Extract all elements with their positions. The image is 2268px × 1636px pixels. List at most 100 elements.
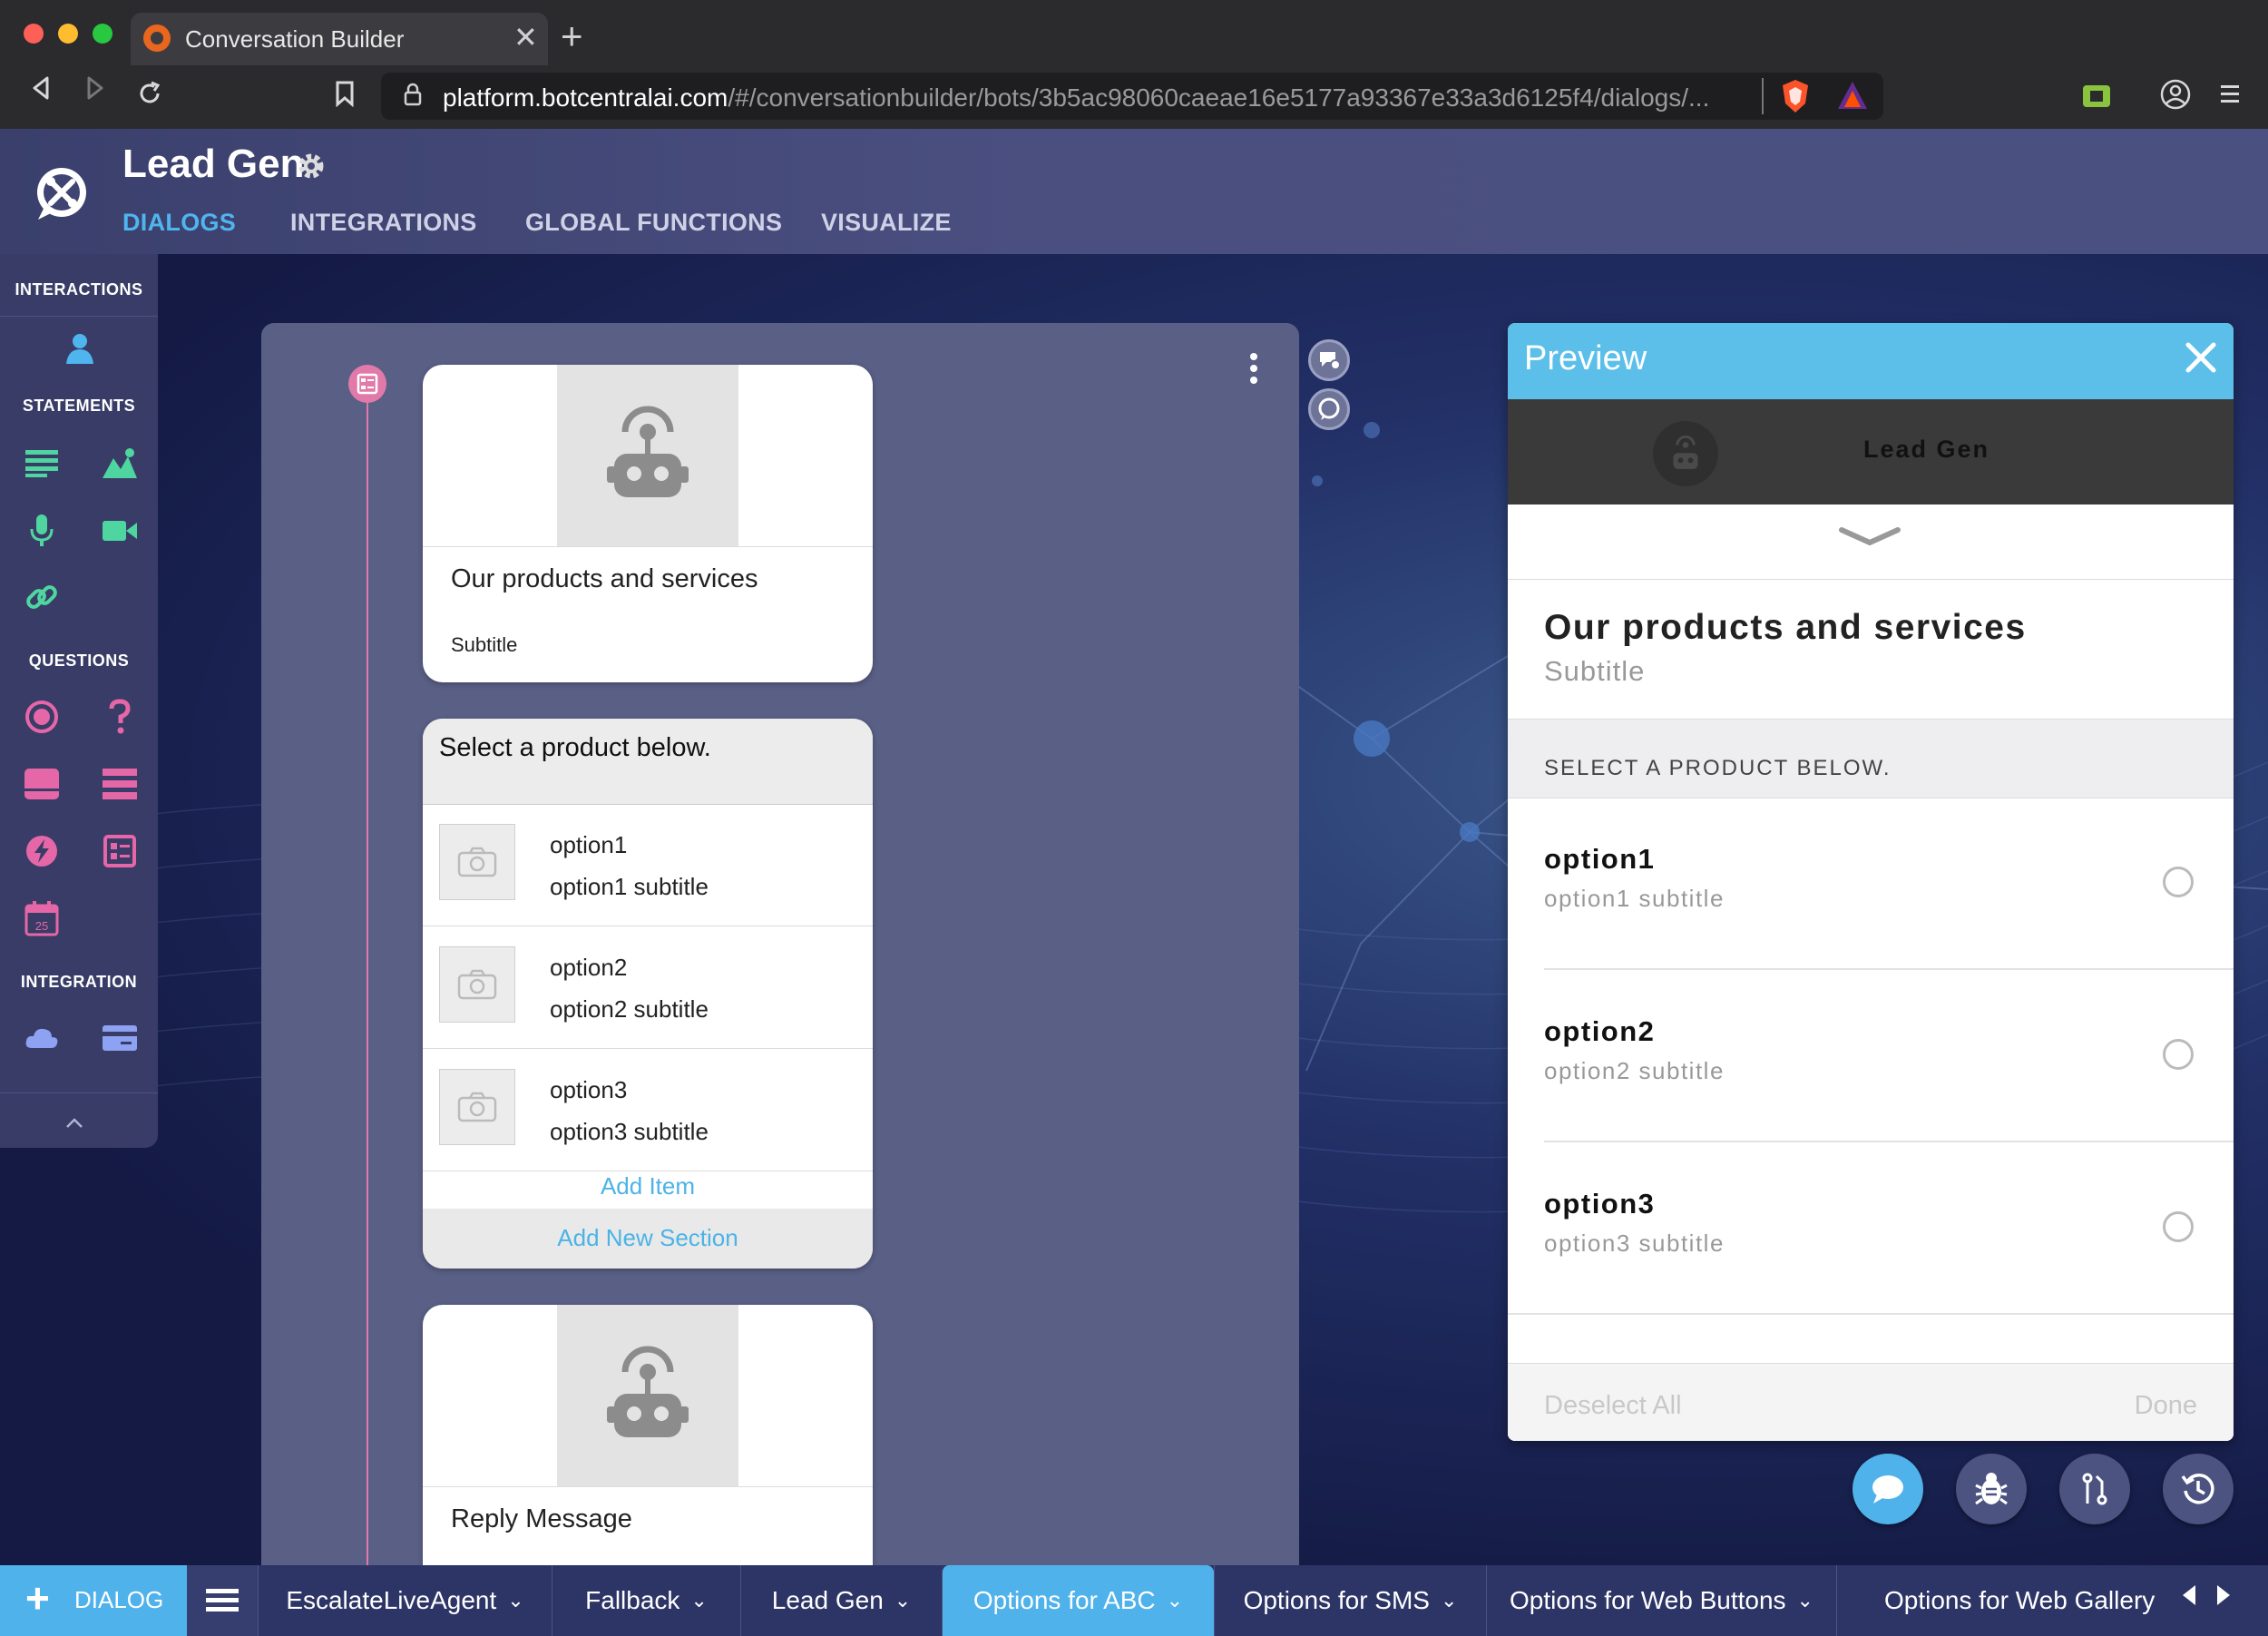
list-item-title[interactable]: option2: [550, 954, 627, 982]
collapse-panel-icon[interactable]: [64, 1109, 85, 1137]
brave-shield-icon[interactable]: [1780, 78, 1811, 119]
dialog-tab[interactable]: Lead Gen ⌄: [740, 1565, 942, 1636]
preview-chat-button[interactable]: [1853, 1454, 1923, 1524]
dialog-list-menu-icon[interactable]: [187, 1565, 258, 1636]
chevron-down-icon[interactable]: ⌄: [1167, 1589, 1183, 1612]
new-tab-button[interactable]: +: [561, 15, 583, 58]
list-item-subtitle[interactable]: option1 subtitle: [550, 873, 709, 901]
tab-dialogs[interactable]: DIALOGS: [122, 209, 236, 237]
multiple-choice-question-icon[interactable]: [24, 699, 60, 735]
structured-content-card[interactable]: Our products and services Subtitle: [423, 365, 873, 682]
list-item[interactable]: option3 option3 subtitle: [423, 1049, 873, 1171]
tab-visualize[interactable]: VISUALIZE: [821, 209, 952, 237]
back-icon[interactable]: [29, 74, 53, 110]
dialog-tab[interactable]: EscalateLiveAgent ⌄: [258, 1565, 552, 1636]
date-picker-question-icon[interactable]: 25: [24, 900, 60, 936]
dialog-tab-active[interactable]: Options for ABC ⌄: [942, 1565, 1214, 1636]
conversation-builder-logo-icon: [33, 163, 93, 223]
card-title[interactable]: Reply Message: [451, 1504, 632, 1534]
list-picker-question-icon[interactable]: [102, 833, 138, 869]
dialog-tab[interactable]: Options for SMS ⌄: [1214, 1565, 1486, 1636]
extension-icon[interactable]: [2081, 80, 2112, 115]
list-item[interactable]: option2 option2 subtitle: [423, 926, 873, 1049]
text-statement-icon[interactable]: [24, 445, 60, 481]
structured-content-question-icon[interactable]: [24, 833, 60, 869]
chevron-down-icon[interactable]: ⌄: [507, 1589, 523, 1612]
camera-icon[interactable]: [439, 1069, 515, 1145]
option-radio[interactable]: [2163, 867, 2194, 897]
reload-icon[interactable]: [136, 80, 163, 115]
chevron-down-icon[interactable]: ⌄: [1797, 1589, 1813, 1612]
tab-integrations[interactable]: INTEGRATIONS: [290, 209, 477, 237]
image-statement-icon[interactable]: [102, 445, 138, 481]
video-statement-icon[interactable]: [102, 512, 138, 548]
reply-message-card[interactable]: Reply Message: [423, 1305, 873, 1577]
dialog-tab[interactable]: Options for Web Gallery: [1836, 1565, 2177, 1636]
add-dialog-label[interactable]: DIALOG: [74, 1586, 163, 1614]
dialog-tab[interactable]: Options for Web Buttons ⌄: [1486, 1565, 1836, 1636]
bot-avatar-icon: [1653, 421, 1718, 486]
divider: [1508, 1313, 2234, 1315]
bot-settings-gear-icon[interactable]: [296, 151, 327, 190]
lock-icon: [403, 82, 423, 113]
chevron-down-icon[interactable]: [1838, 523, 1901, 550]
plus-icon[interactable]: +: [25, 1575, 50, 1621]
list-item-title[interactable]: option3: [550, 1076, 627, 1104]
dialog-tab[interactable]: Fallback ⌄: [552, 1565, 740, 1636]
close-window-button[interactable]: [24, 24, 44, 44]
chevron-down-icon[interactable]: ⌄: [1441, 1589, 1457, 1612]
more-options-icon[interactable]: [1248, 352, 1259, 385]
list-item-subtitle[interactable]: option2 subtitle: [550, 995, 709, 1024]
tab-global-functions[interactable]: GLOBAL FUNCTIONS: [525, 209, 782, 237]
preview-bot-name: Lead Gen: [1863, 436, 1990, 463]
preview-option[interactable]: option3 option3 subtitle: [1508, 1142, 2234, 1315]
link-statement-icon[interactable]: [24, 579, 60, 615]
quick-reply-question-icon[interactable]: [102, 766, 138, 802]
history-button[interactable]: [2163, 1454, 2234, 1524]
dialog-timeline: [367, 381, 368, 1565]
forward-icon[interactable]: [83, 74, 107, 110]
bookmark-icon[interactable]: [334, 80, 356, 115]
chat-settings-icon[interactable]: [1308, 339, 1350, 381]
camera-icon[interactable]: [439, 824, 515, 900]
section-header-text: SELECT A PRODUCT BELOW.: [1544, 756, 1892, 780]
list-item-subtitle[interactable]: option3 subtitle: [550, 1118, 709, 1146]
camera-icon[interactable]: [439, 946, 515, 1023]
add-item-button[interactable]: Add Item: [423, 1172, 873, 1209]
maximize-window-button[interactable]: [93, 24, 112, 44]
debug-bug-button[interactable]: [1956, 1454, 2027, 1524]
add-new-section-button[interactable]: Add New Section: [423, 1209, 873, 1269]
card-integration-icon[interactable]: [102, 1020, 138, 1056]
close-preview-icon[interactable]: [2181, 328, 2221, 389]
text-question-icon[interactable]: [102, 699, 138, 735]
minimize-window-button[interactable]: [58, 24, 78, 44]
profile-icon[interactable]: [2159, 78, 2192, 115]
list-item[interactable]: option1 option1 subtitle: [423, 804, 873, 926]
card-title[interactable]: Our products and services: [451, 564, 758, 594]
message-icon[interactable]: [1308, 388, 1350, 430]
list-picker-node-icon[interactable]: [348, 365, 386, 403]
api-integration-icon[interactable]: [24, 1020, 60, 1056]
chevron-down-icon[interactable]: ⌄: [894, 1589, 911, 1612]
preview-option[interactable]: option2 option2 subtitle: [1508, 970, 2234, 1142]
option-radio[interactable]: [2163, 1039, 2194, 1070]
done-button[interactable]: Done: [2135, 1391, 2197, 1421]
menu-icon[interactable]: [2219, 82, 2241, 112]
rewards-icon[interactable]: [1836, 80, 1869, 115]
card-subtitle[interactable]: Subtitle: [451, 633, 517, 657]
scroll-left-icon[interactable]: [2179, 1583, 2199, 1614]
option-radio[interactable]: [2163, 1211, 2194, 1242]
versions-button[interactable]: [2059, 1454, 2130, 1524]
deselect-all-button[interactable]: Deselect All: [1544, 1391, 1682, 1421]
close-tab-icon[interactable]: ✕: [513, 20, 538, 54]
chevron-down-icon[interactable]: ⌄: [690, 1589, 707, 1612]
user-interaction-icon[interactable]: [62, 330, 98, 367]
scroll-right-icon[interactable]: [2214, 1583, 2234, 1614]
list-header[interactable]: Select a product below.: [423, 719, 873, 805]
button-question-icon[interactable]: [24, 766, 60, 802]
list-item-title[interactable]: option1: [550, 831, 627, 859]
preview-option[interactable]: option1 option1 subtitle: [1508, 798, 2234, 970]
card-image-area[interactable]: [423, 1305, 873, 1487]
audio-statement-icon[interactable]: [24, 512, 60, 548]
card-image-area[interactable]: [423, 365, 873, 547]
